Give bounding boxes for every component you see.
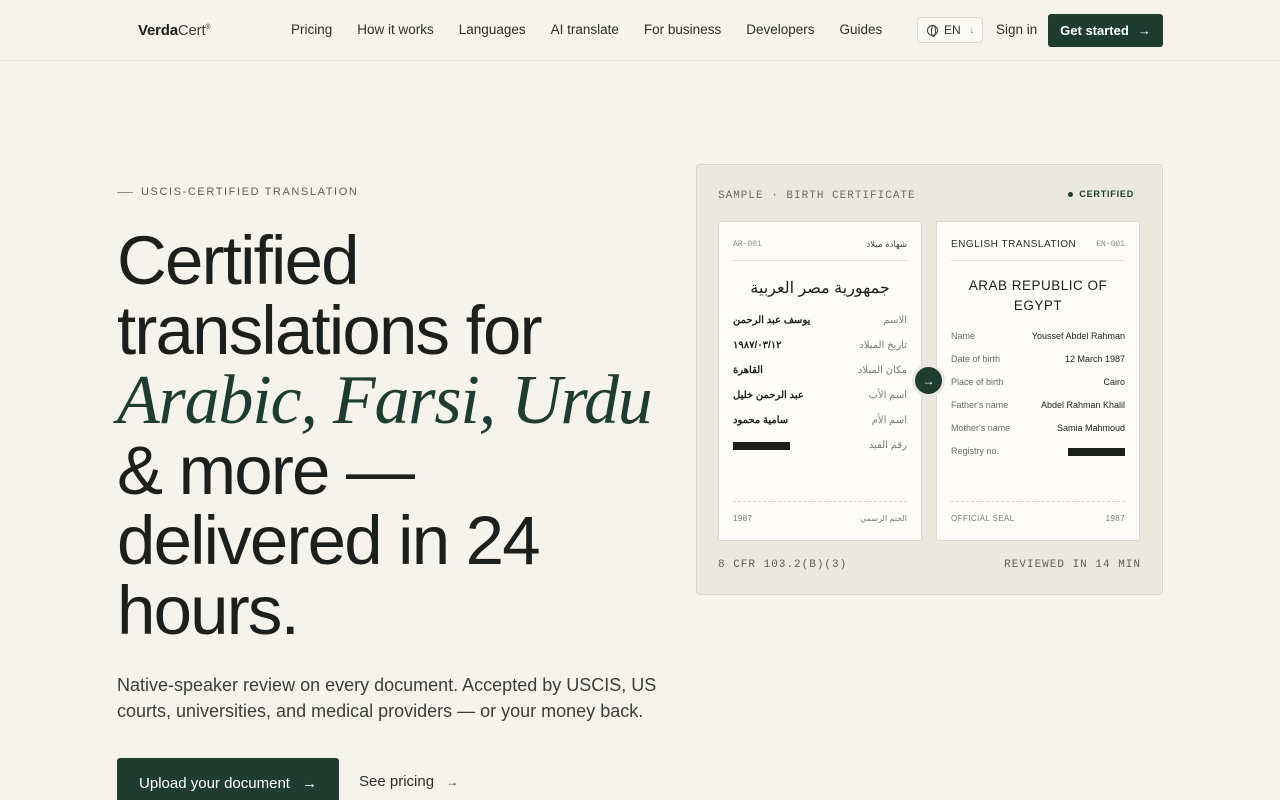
- certified-badge: CERTIFIED: [1068, 189, 1134, 199]
- divider: [951, 501, 1125, 502]
- doc-heading: ENGLISH TRANSLATION: [951, 239, 1077, 250]
- sample-header: SAMPLE · BIRTH CERTIFICATE: [718, 190, 916, 202]
- doc-row: سامية محمود اسم الأم: [733, 415, 907, 431]
- divider: [733, 501, 907, 502]
- get-started-button[interactable]: Get started →: [1048, 14, 1163, 47]
- translate-arrow-icon: →: [912, 364, 945, 397]
- row-value: Youssef Abdel Rahman: [1031, 331, 1125, 341]
- arrow-right-icon: →: [446, 775, 459, 789]
- heading-line-1: Certified: [117, 222, 360, 299]
- divider: [951, 260, 1125, 261]
- row-value: سامية محمود: [733, 415, 789, 426]
- doc-id: AR-001: [733, 240, 762, 249]
- language-label: EN: [944, 23, 961, 37]
- logo-mark: ®: [205, 24, 211, 31]
- review-time: REVIEWED IN 14 MIN: [1004, 559, 1141, 571]
- chevron-down-icon: ↓: [969, 25, 975, 35]
- regulation-reference: 8 CFR 103.2(B)(3): [718, 559, 848, 571]
- main-menu: Pricing How it works Languages AI transl…: [291, 22, 907, 37]
- doc-foot-left: OFFICIAL SEAL: [951, 514, 1015, 523]
- hero-heading: Certified translations for Arabic, Farsi…: [117, 226, 677, 646]
- nav-link-for-business[interactable]: For business: [644, 22, 721, 37]
- heading-line-4: & more —: [117, 432, 415, 509]
- row-key: مكان الميلاد: [857, 365, 907, 376]
- row-value: Abdel Rahman Khalil: [1040, 400, 1125, 410]
- row-key: اسم الأم: [871, 415, 907, 426]
- arrow-right-icon: →: [1137, 23, 1151, 38]
- row-key: الاسم: [883, 315, 907, 326]
- row-value: عبد الرحمن خليل: [733, 390, 804, 401]
- eyebrow-rule: [117, 191, 133, 193]
- heading-languages: Arabic, Farsi, Urdu: [117, 362, 653, 439]
- redacted-value: [1068, 448, 1125, 456]
- see-pricing-link[interactable]: See pricing →: [359, 773, 458, 790]
- nav-link-ai-translate[interactable]: AI translate: [551, 22, 619, 37]
- doc-row: Date of birth 12 March 1987: [951, 354, 1125, 370]
- logo[interactable]: VerdaCert®: [138, 22, 211, 39]
- heading-line-2: translations for: [117, 292, 543, 369]
- hero-subtitle: Native-speaker review on every document.…: [117, 675, 657, 721]
- upload-label: Upload your document: [139, 774, 290, 792]
- doc-id: EN-001: [1096, 240, 1125, 249]
- certified-label: CERTIFIED: [1079, 189, 1134, 199]
- row-value: 12 March 1987: [1064, 354, 1125, 364]
- language-selector[interactable]: EN ↓: [917, 17, 983, 43]
- see-pricing-label: See pricing: [359, 773, 435, 790]
- heading-line-6: hours.: [117, 572, 300, 649]
- top-nav: VerdaCert® Pricing How it works Language…: [0, 0, 1280, 61]
- row-key: اسم الأب: [868, 390, 908, 401]
- doc-row: Name Youssef Abdel Rahman: [951, 331, 1125, 347]
- doc-row: Mother's name Samia Mahmoud: [951, 423, 1125, 439]
- sign-in-link[interactable]: Sign in: [996, 22, 1037, 37]
- row-key: Registry no.: [951, 446, 1000, 456]
- arrow-right-icon: →: [301, 774, 317, 792]
- nav-link-languages[interactable]: Languages: [459, 22, 526, 37]
- row-key: رقم القيد: [868, 440, 907, 451]
- divider: [733, 260, 907, 261]
- row-key: Name: [951, 331, 976, 341]
- doc-row: يوسف عبد الرحمن الاسم: [733, 315, 907, 331]
- doc-foot-right: الختم الرسمي: [860, 514, 907, 523]
- row-value: Samia Mahmoud: [1056, 423, 1125, 433]
- nav-link-how-it-works[interactable]: How it works: [357, 22, 434, 37]
- doc-title: ARAB REPUBLIC OF EGYPT: [968, 278, 1108, 313]
- logo-bold-text: Verda: [138, 22, 178, 39]
- doc-foot-right: 1987: [1105, 514, 1125, 523]
- upload-document-button[interactable]: Upload your document →: [117, 758, 339, 800]
- nav-link-developers[interactable]: Developers: [746, 22, 814, 37]
- row-value: ١٩٨٧/٠٣/١٢: [733, 340, 782, 351]
- row-value: القاهرة: [733, 365, 763, 376]
- doc-row: عبد الرحمن خليل اسم الأب: [733, 390, 907, 406]
- eyebrow-text: USCIS-CERTIFIED TRANSLATION: [141, 186, 359, 198]
- logo-thin-text: Cert: [177, 22, 206, 39]
- doc-row: Place of birth Cairo: [951, 377, 1125, 393]
- english-document: ENGLISH TRANSLATION EN-001 ARAB REPUBLIC…: [936, 221, 1140, 541]
- nav-link-guides[interactable]: Guides: [840, 22, 883, 37]
- row-key: Place of birth: [951, 377, 1004, 387]
- doc-title: جمهورية مصر العربية: [750, 280, 890, 297]
- doc-row: Father's name Abdel Rahman Khalil: [951, 400, 1125, 416]
- heading-line-5: delivered in 24: [117, 502, 541, 579]
- doc-row: القاهرة مكان الميلاد: [733, 365, 907, 381]
- doc-foot-left: 1987: [733, 514, 753, 523]
- row-key: تاريخ الميلاد: [859, 340, 907, 351]
- row-value: Cairo: [1103, 377, 1125, 387]
- eyebrow: USCIS-CERTIFIED TRANSLATION: [117, 186, 358, 198]
- row-key: Mother's name: [951, 423, 1011, 433]
- doc-row: ١٩٨٧/٠٣/١٢ تاريخ الميلاد: [733, 340, 907, 356]
- doc-row: رقم القيد: [733, 440, 907, 456]
- arabic-document: AR-001 شهادة ميلاد جمهورية مصر العربية ي…: [718, 221, 922, 541]
- get-started-label: Get started: [1060, 23, 1129, 38]
- status-dot: [1068, 191, 1074, 197]
- doc-type: شهادة ميلاد: [866, 240, 907, 250]
- row-value: يوسف عبد الرحمن: [733, 315, 811, 326]
- redacted-value: [733, 442, 790, 450]
- doc-row: Registry no.: [951, 446, 1125, 462]
- globe-icon: [927, 24, 938, 37]
- row-key: Father's name: [951, 400, 1009, 410]
- row-key: Date of birth: [951, 354, 1001, 364]
- nav-link-pricing[interactable]: Pricing: [291, 22, 332, 37]
